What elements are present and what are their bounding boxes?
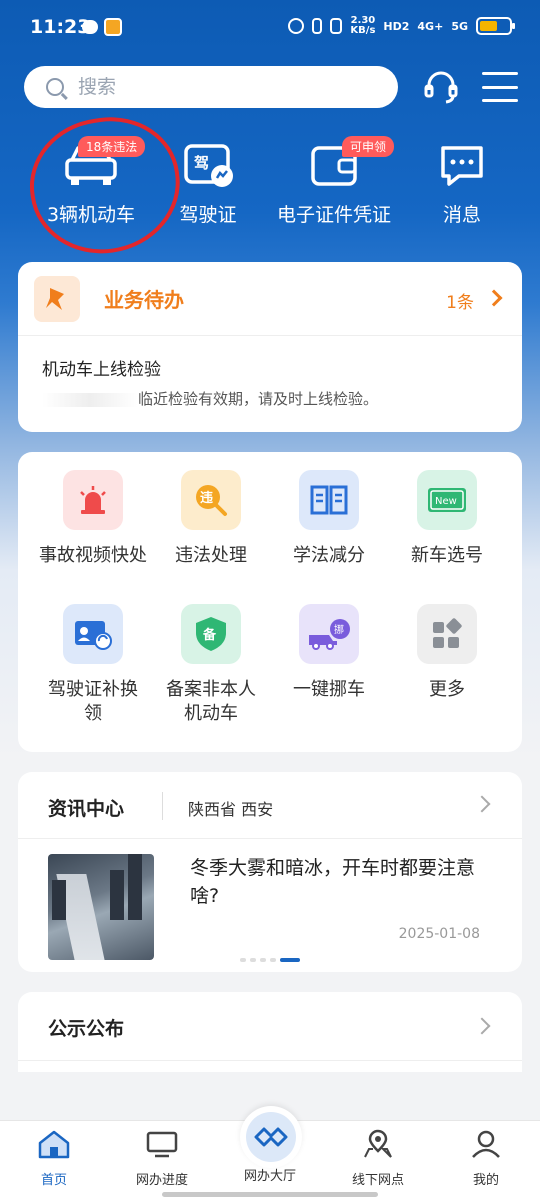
todo-item-desc: 临近检验有效期，请及时上线检验。	[42, 388, 378, 409]
chevron-right-icon[interactable]	[473, 1017, 491, 1035]
more-grid-icon	[417, 604, 477, 664]
notice-card[interactable]: 公示公布	[18, 992, 522, 1072]
vibrate-icon	[312, 18, 323, 34]
tab-label: 线下网点	[351, 1173, 404, 1188]
service-label: 备案非本人机动车	[166, 679, 256, 724]
signal-4g-icon: 4G+	[417, 19, 444, 33]
signal-5g-icon: 5G	[451, 19, 468, 33]
news-date: 2025-01-08	[398, 926, 480, 942]
services-grid: 事故视频快处 违 违法处理 学法减分 New 新车选号 驾驶证补换领 备 备案非…	[18, 452, 522, 752]
app-notification-icon	[104, 18, 122, 36]
todo-count[interactable]: 1条	[446, 288, 474, 313]
service-new-plate[interactable]: New 新车选号	[388, 470, 506, 568]
home-indicator[interactable]	[162, 1192, 378, 1197]
tab-home[interactable]: 首页	[0, 1129, 108, 1188]
violation-search-icon: 违	[181, 470, 241, 530]
profile-icon	[472, 1130, 500, 1158]
service-label: 学法减分	[293, 545, 365, 566]
service-label: 违法处理	[175, 545, 247, 566]
book-icon	[299, 470, 359, 530]
todo-card[interactable]: 业务待办 1条 机动车上线检验 临近检验有效期，请及时上线检验。	[18, 262, 522, 432]
home-icon	[38, 1130, 70, 1159]
license-renew-icon	[63, 604, 123, 664]
e-cert-badge: 可申领	[342, 136, 395, 157]
shield-icon: 备	[181, 604, 241, 664]
status-indicators: 2.30 KB/s HD2 4G+ 5G	[288, 15, 515, 36]
divider	[18, 838, 522, 839]
tab-label: 网办进度	[135, 1173, 188, 1188]
tab-label: 首页	[40, 1173, 67, 1188]
news-thumbnail[interactable]	[48, 854, 154, 960]
menu-icon[interactable]	[482, 72, 518, 102]
new-plate-icon: New	[417, 470, 477, 530]
location-icon	[364, 1129, 392, 1158]
status-bar: 11:23 2.30 KB/s HD2 4G+ 5G	[0, 0, 540, 56]
pin-icon	[34, 275, 80, 322]
service-violation[interactable]: 违 违法处理	[152, 470, 270, 568]
alarm-icon	[288, 18, 305, 34]
service-label: 新车选号	[411, 545, 483, 566]
hd-icon: HD2	[383, 19, 410, 33]
carousel-indicator	[240, 958, 300, 962]
move-car-icon: 挪	[299, 604, 359, 664]
chevron-right-icon[interactable]	[473, 795, 491, 813]
plate-icon-text: New	[435, 496, 457, 507]
license-icon-text: 驾	[194, 154, 209, 172]
search-input[interactable]	[78, 76, 358, 98]
message-icon	[441, 146, 483, 186]
quick-messages-label: 消息	[442, 204, 481, 226]
service-label: 驾驶证补换领	[48, 679, 138, 724]
service-study-law[interactable]: 学法减分	[270, 470, 388, 568]
todo-item-title[interactable]: 机动车上线检验	[42, 355, 161, 380]
service-move-car[interactable]: 挪 一键挪车	[270, 604, 388, 702]
service-accident-video[interactable]: 事故视频快处	[34, 470, 152, 568]
battery-icon	[476, 17, 515, 35]
quick-e-cert-label: 电子证件凭证	[276, 204, 391, 226]
chat-notification-icon	[82, 20, 98, 34]
todo-item-desc-text: 临近检验有效期，请及时上线检验。	[138, 390, 379, 408]
service-label: 一键挪车	[293, 679, 365, 700]
sim-icon	[330, 18, 343, 34]
todo-title: 业务待办	[104, 288, 184, 312]
tab-profile[interactable]: 我的	[432, 1129, 540, 1188]
tab-label: 我的	[472, 1173, 499, 1188]
network-speed: 2.30 KB/s	[350, 15, 376, 36]
hall-icon	[246, 1112, 296, 1162]
tab-offline[interactable]: 线下网点	[324, 1129, 432, 1188]
hall-button[interactable]	[240, 1106, 302, 1168]
redacted-text	[42, 392, 138, 407]
quick-e-cert[interactable]: 电子证件凭证 可申领	[272, 136, 396, 227]
customer-service-icon[interactable]	[422, 68, 460, 106]
driver-license-icon: 驾	[184, 144, 233, 187]
tab-progress[interactable]: 网办进度	[108, 1129, 216, 1188]
alarm-icon	[63, 470, 123, 530]
news-title: 资讯中心	[48, 798, 125, 820]
news-card: 资讯中心 陕西省 西安 冬季大雾和暗冰，开车时都要注意啥? 2025-01-08	[18, 772, 522, 972]
service-more[interactable]: 更多	[388, 604, 506, 702]
service-register-vehicle[interactable]: 备 备案非本人机动车	[152, 604, 270, 726]
service-license-renew[interactable]: 驾驶证补换领	[34, 604, 152, 726]
violation-icon-text: 违	[200, 490, 213, 506]
divider	[162, 792, 163, 820]
divider	[18, 1060, 522, 1061]
service-label: 更多	[429, 679, 465, 700]
move-icon-text: 挪	[334, 623, 344, 636]
search-bar[interactable]	[24, 66, 398, 108]
service-label: 事故视频快处	[39, 545, 147, 566]
register-icon-text: 备	[202, 627, 217, 643]
notice-title: 公示公布	[48, 1018, 125, 1040]
quick-messages[interactable]: 消息	[430, 140, 494, 227]
news-headline[interactable]: 冬季大雾和暗冰，开车时都要注意啥?	[190, 854, 490, 910]
news-region[interactable]: 陕西省 西安	[188, 796, 273, 820]
progress-icon	[146, 1131, 178, 1158]
search-icon	[46, 78, 64, 96]
